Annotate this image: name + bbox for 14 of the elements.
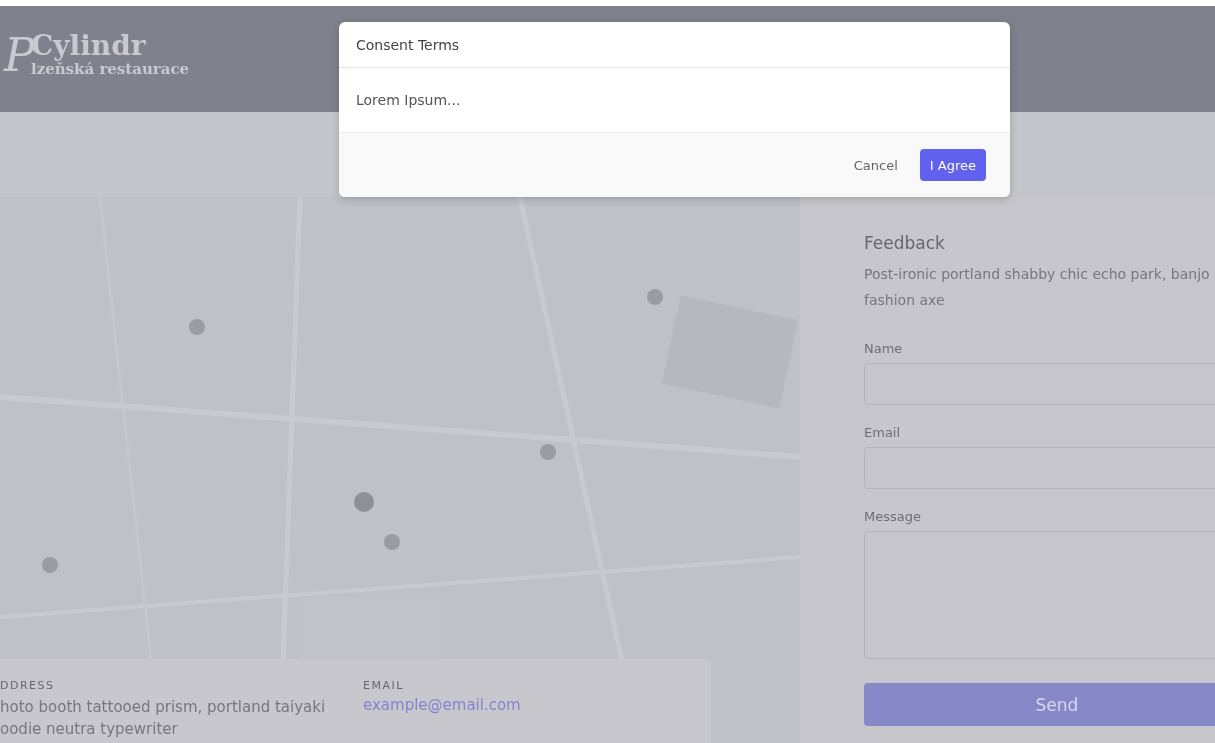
field-label: Name (864, 341, 904, 356)
dialog-body-text: Lorem Ipsum... (356, 92, 461, 108)
field-label: Message (864, 509, 922, 524)
agree-button[interactable]: I Agree (919, 149, 986, 181)
address-label: DDRESS (0, 679, 56, 692)
dialog-title: Consent Terms (356, 36, 460, 53)
address-text: oodie neutra typewriter (0, 719, 179, 740)
email-label: EMAIL (363, 679, 405, 692)
address-text: hoto booth tattooed prism, portland taiyaki (0, 697, 327, 718)
cancel-button[interactable]: Cancel (845, 151, 906, 179)
feedback-description: Post-ironic portland shabby chic echo park, banjo fashion axe (864, 265, 1211, 310)
feedback-title: Feedback (864, 233, 946, 253)
field-label: Email (864, 425, 902, 440)
send-button[interactable]: Send (864, 683, 1215, 726)
